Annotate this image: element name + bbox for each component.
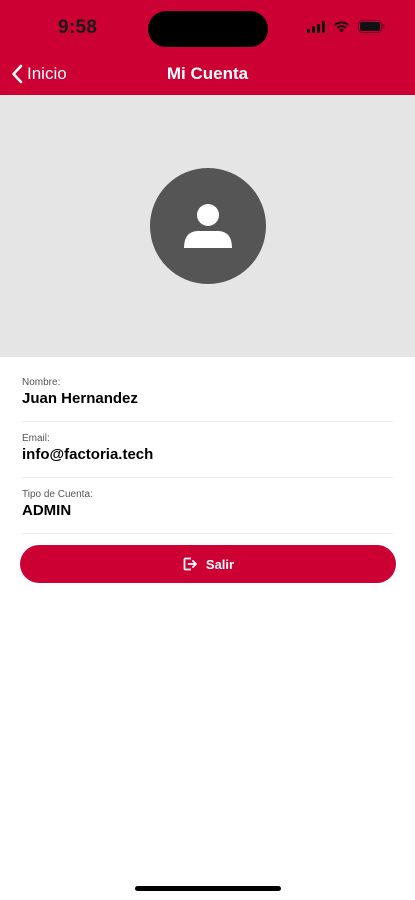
account-type-field: Tipo de Cuenta: ADMIN	[22, 489, 393, 534]
name-value: Juan Hernandez	[22, 390, 138, 407]
name-label: Nombre:	[22, 377, 61, 388]
status-time: 9:58	[58, 17, 98, 38]
profile-header	[0, 95, 415, 357]
logout-button[interactable]: Salir	[20, 545, 396, 583]
battery-icon	[358, 20, 385, 33]
email-field: Email: info@factoria.tech	[22, 433, 393, 478]
name-field: Nombre: Juan Hernandez	[22, 377, 393, 422]
email-label: Email:	[22, 433, 50, 444]
navigation-bar: Inicio Mi Cuenta	[0, 56, 415, 95]
status-bar: 9:58	[0, 0, 415, 56]
email-value: info@factoria.tech	[22, 446, 154, 463]
wifi-icon	[334, 20, 349, 32]
account-type-value: ADMIN	[22, 502, 72, 519]
logout-icon	[183, 557, 197, 571]
avatar	[150, 168, 266, 284]
page-title: Mi Cuenta	[166, 64, 249, 83]
signal-icon	[307, 20, 325, 33]
home-indicator[interactable]	[135, 886, 281, 891]
status-icons	[307, 20, 385, 33]
logout-label: Salir	[205, 556, 235, 572]
account-type-label: Tipo de Cuenta:	[22, 489, 93, 500]
person-icon	[184, 204, 232, 248]
dynamic-island	[148, 11, 268, 47]
